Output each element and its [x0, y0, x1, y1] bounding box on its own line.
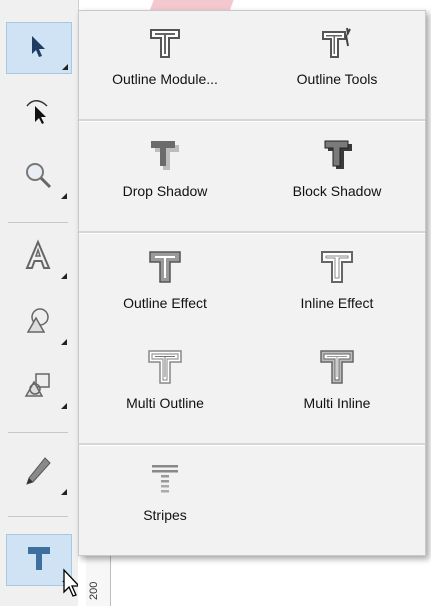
inline-effect-item[interactable]: Inline Effect [251, 235, 423, 335]
inline-effect-icon [317, 247, 357, 287]
drop-shadow-icon [145, 135, 185, 175]
outline-module-icon [145, 23, 185, 63]
magnifier-icon [23, 160, 53, 195]
text-effects-t-icon [24, 543, 54, 578]
select-tool-button[interactable] [6, 22, 72, 74]
arrow-pointer-icon [28, 34, 50, 63]
block-shadow-icon [317, 135, 357, 175]
canvas-area[interactable] [78, 554, 431, 606]
ruler-label: 200 [88, 581, 100, 600]
outline-module-item[interactable]: Outline Module... [79, 11, 251, 111]
outline-effect-icon [145, 247, 185, 287]
multi-inline-icon [317, 347, 357, 387]
outline-effect-item[interactable]: Outline Effect [79, 235, 251, 335]
shapes-icon [22, 306, 54, 341]
pen-tool-button[interactable] [6, 448, 70, 498]
zoom-tool-button[interactable] [6, 152, 70, 202]
drop-shadow-item[interactable]: Drop Shadow [79, 123, 251, 223]
outline-tools-icon [317, 23, 357, 63]
multi-outline-item[interactable]: Multi Outline [79, 335, 251, 435]
outline-a-icon [23, 238, 53, 276]
text-tool-button[interactable] [6, 232, 70, 282]
node-edit-tool-button[interactable] [6, 88, 70, 138]
stripes-item[interactable]: Stripes [79, 447, 251, 547]
block-shadow-item[interactable]: Block Shadow [251, 123, 423, 223]
text-effects-flyout: Outline Module... Outline Tools Drop Sha… [78, 10, 426, 556]
outline-tools-item[interactable]: Outline Tools [251, 11, 423, 111]
shape-edit-tool-button[interactable] [6, 362, 70, 412]
pencil-icon [23, 455, 53, 492]
node-edit-icon [23, 96, 53, 131]
left-toolbar [0, 0, 81, 606]
shape-tool-button[interactable] [6, 298, 70, 348]
stripes-icon [145, 459, 185, 499]
multi-inline-item[interactable]: Multi Inline [251, 335, 423, 435]
shapes-edit-icon [22, 370, 54, 405]
multi-outline-icon [145, 347, 185, 387]
